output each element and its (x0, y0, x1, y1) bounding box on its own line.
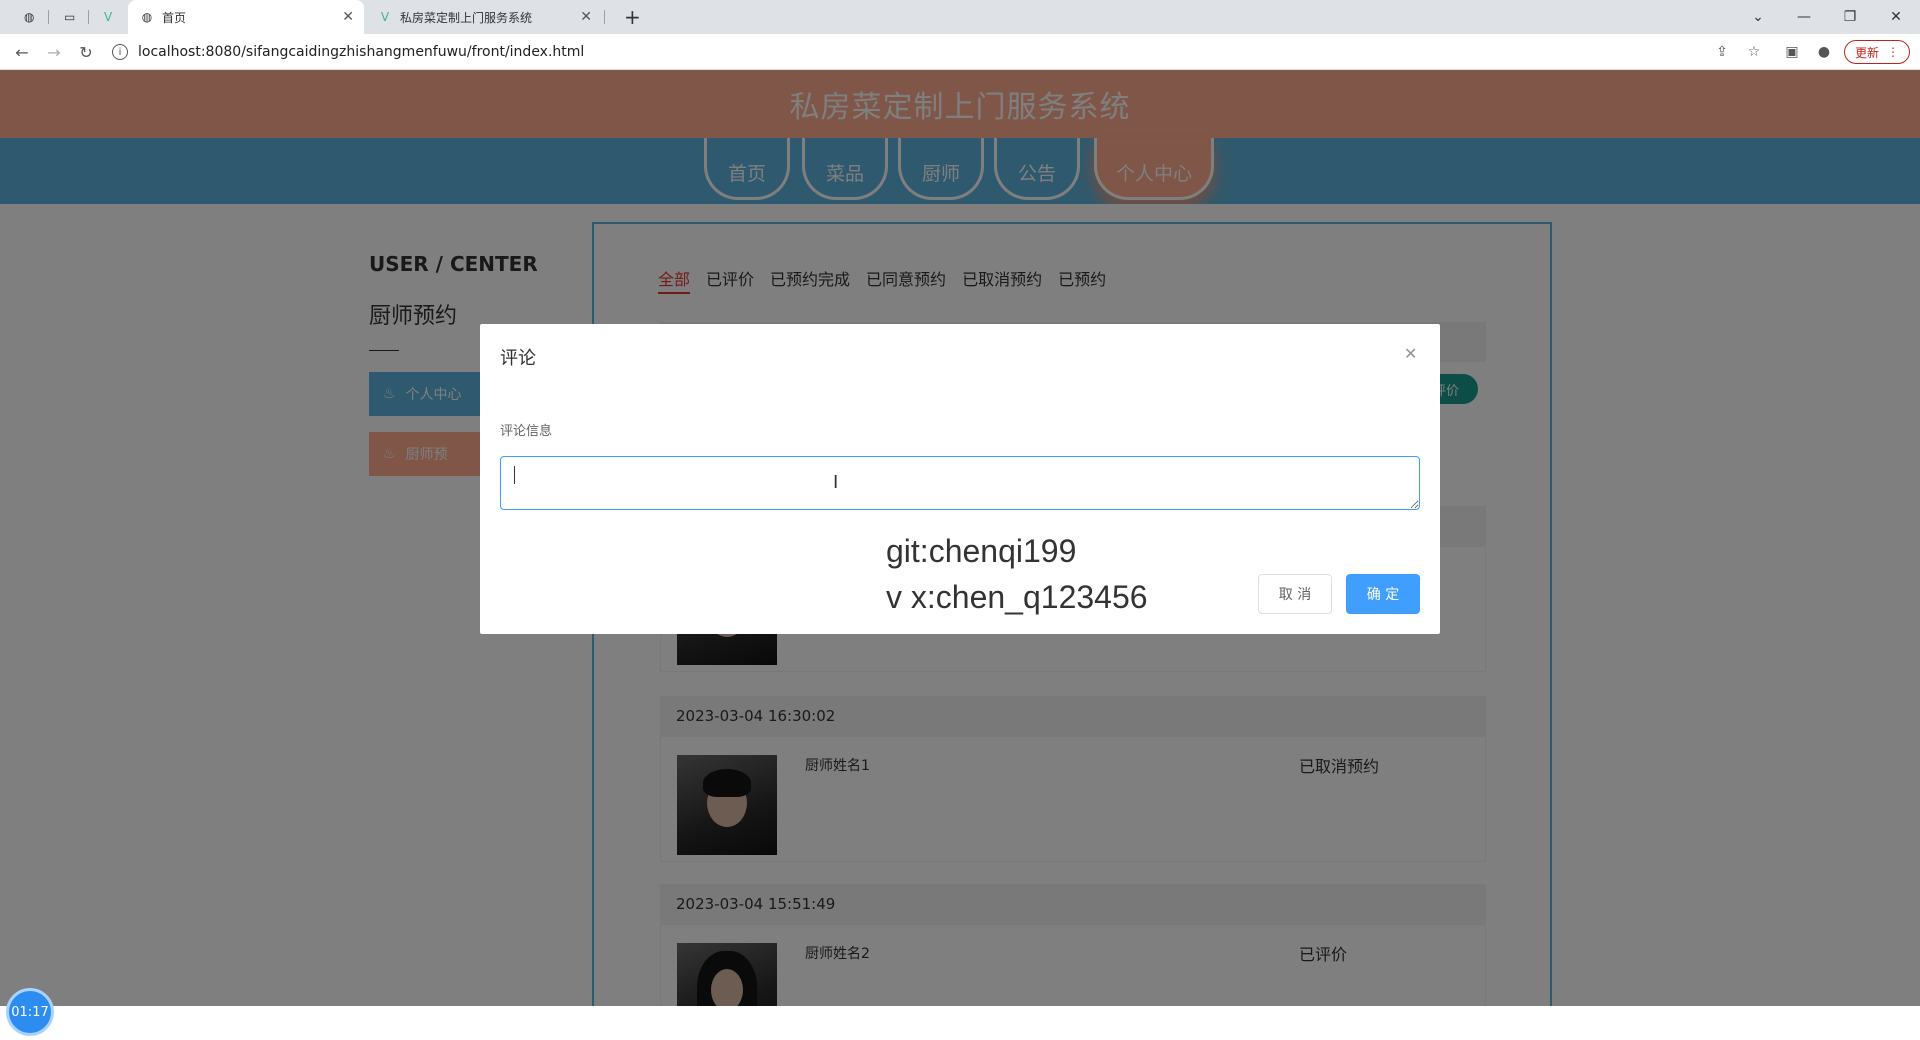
close-tab-icon[interactable]: ✕ (580, 9, 592, 25)
tab-2[interactable]: ▭ (52, 0, 86, 34)
tab-separator (48, 10, 49, 24)
arrow-right-icon: → (47, 42, 61, 62)
update-label: 更新 (1854, 45, 1879, 60)
restore-button[interactable]: ❐ (1828, 0, 1872, 34)
reload-icon: ↻ (79, 42, 93, 62)
recording-timer: 01:17 (6, 988, 54, 1036)
watermark: git:chenqi199 v x:chen_q123456 (886, 528, 1148, 620)
reload-button[interactable]: ↻ (74, 40, 98, 64)
dialog-title: 评论 (500, 348, 536, 369)
close-window-button[interactable]: ✕ (1874, 0, 1918, 34)
forward-button[interactable]: → (42, 40, 66, 64)
tab-separator (604, 10, 605, 24)
info-icon[interactable]: i (112, 44, 128, 60)
arrow-left-icon: ← (15, 42, 29, 62)
chevron-down-icon: ⌄ (1752, 9, 1764, 25)
tab-1[interactable]: ◍ (12, 0, 46, 34)
confirm-button[interactable]: 确 定 (1346, 574, 1420, 614)
close-icon[interactable]: ✕ (1404, 344, 1417, 363)
vue-logo-icon: V (380, 10, 390, 24)
update-button[interactable]: 更新 ⋮ (1844, 40, 1910, 64)
url-field[interactable]: i localhost:8080/sifangcaidingzhishangme… (112, 40, 1712, 64)
close-icon: ✕ (1890, 9, 1902, 25)
tab-label: 首页 (162, 10, 187, 25)
url-text: localhost:8080/sifangcaidingzhishangmenf… (138, 44, 585, 60)
new-tab-button[interactable]: + (612, 0, 644, 34)
comment-textarea[interactable] (500, 456, 1420, 510)
back-button[interactable]: ← (10, 40, 34, 64)
vue-logo-icon: V (104, 10, 113, 24)
browser-tab-bar: ◍ ▭ V ◍ 首页 ✕ V 私房菜定制上门服务系统 ✕ + ⌄ — ❐ ✕ (0, 0, 1920, 34)
minimize-button[interactable]: — (1782, 0, 1826, 34)
bottom-strip (0, 1006, 1920, 1040)
ibeam-cursor-icon: I (833, 472, 839, 493)
tab-separator (88, 10, 89, 24)
restore-icon: ❐ (1843, 9, 1857, 25)
tab-system[interactable]: V 私房菜定制上门服务系统 ✕ (366, 0, 602, 34)
plus-icon: + (624, 5, 641, 29)
comment-field-label: 评论信息 (500, 424, 553, 439)
tab-search-button[interactable]: ⌄ (1736, 0, 1780, 34)
star-icon[interactable]: ☆ (1744, 42, 1764, 62)
tab-label: 私房菜定制上门服务系统 (400, 10, 533, 25)
page: 私房菜定制上门服务系统 首页 菜品 厨师 公告 个人中心 USER / CENT… (0, 70, 1920, 1006)
profile-icon[interactable]: ● (1814, 42, 1834, 62)
address-bar: ← → ↻ i localhost:8080/sifangcaidingzhis… (0, 34, 1920, 70)
watermark-line: v x:chen_q123456 (886, 579, 1148, 615)
watermark-line: git:chenqi199 (886, 533, 1077, 569)
tab-3[interactable]: V (92, 0, 126, 34)
globe-icon: ◍ (24, 10, 35, 24)
blank-page-icon: ▭ (64, 10, 76, 24)
more-vert-icon: ⋮ (1887, 45, 1899, 59)
globe-icon: ◍ (141, 10, 153, 24)
cancel-button[interactable]: 取 消 (1258, 574, 1332, 614)
minimize-icon: — (1797, 9, 1811, 25)
comment-dialog: 评论 ✕ 评论信息 I git:chenqi199 v x:chen_q1234… (480, 324, 1440, 634)
tab-home[interactable]: ◍ 首页 ✕ (128, 0, 364, 34)
share-icon[interactable]: ⇪ (1712, 42, 1732, 62)
close-tab-icon[interactable]: ✕ (342, 9, 354, 25)
text-caret (514, 466, 515, 484)
sidebar-toggle-icon[interactable]: ▣ (1782, 42, 1802, 62)
